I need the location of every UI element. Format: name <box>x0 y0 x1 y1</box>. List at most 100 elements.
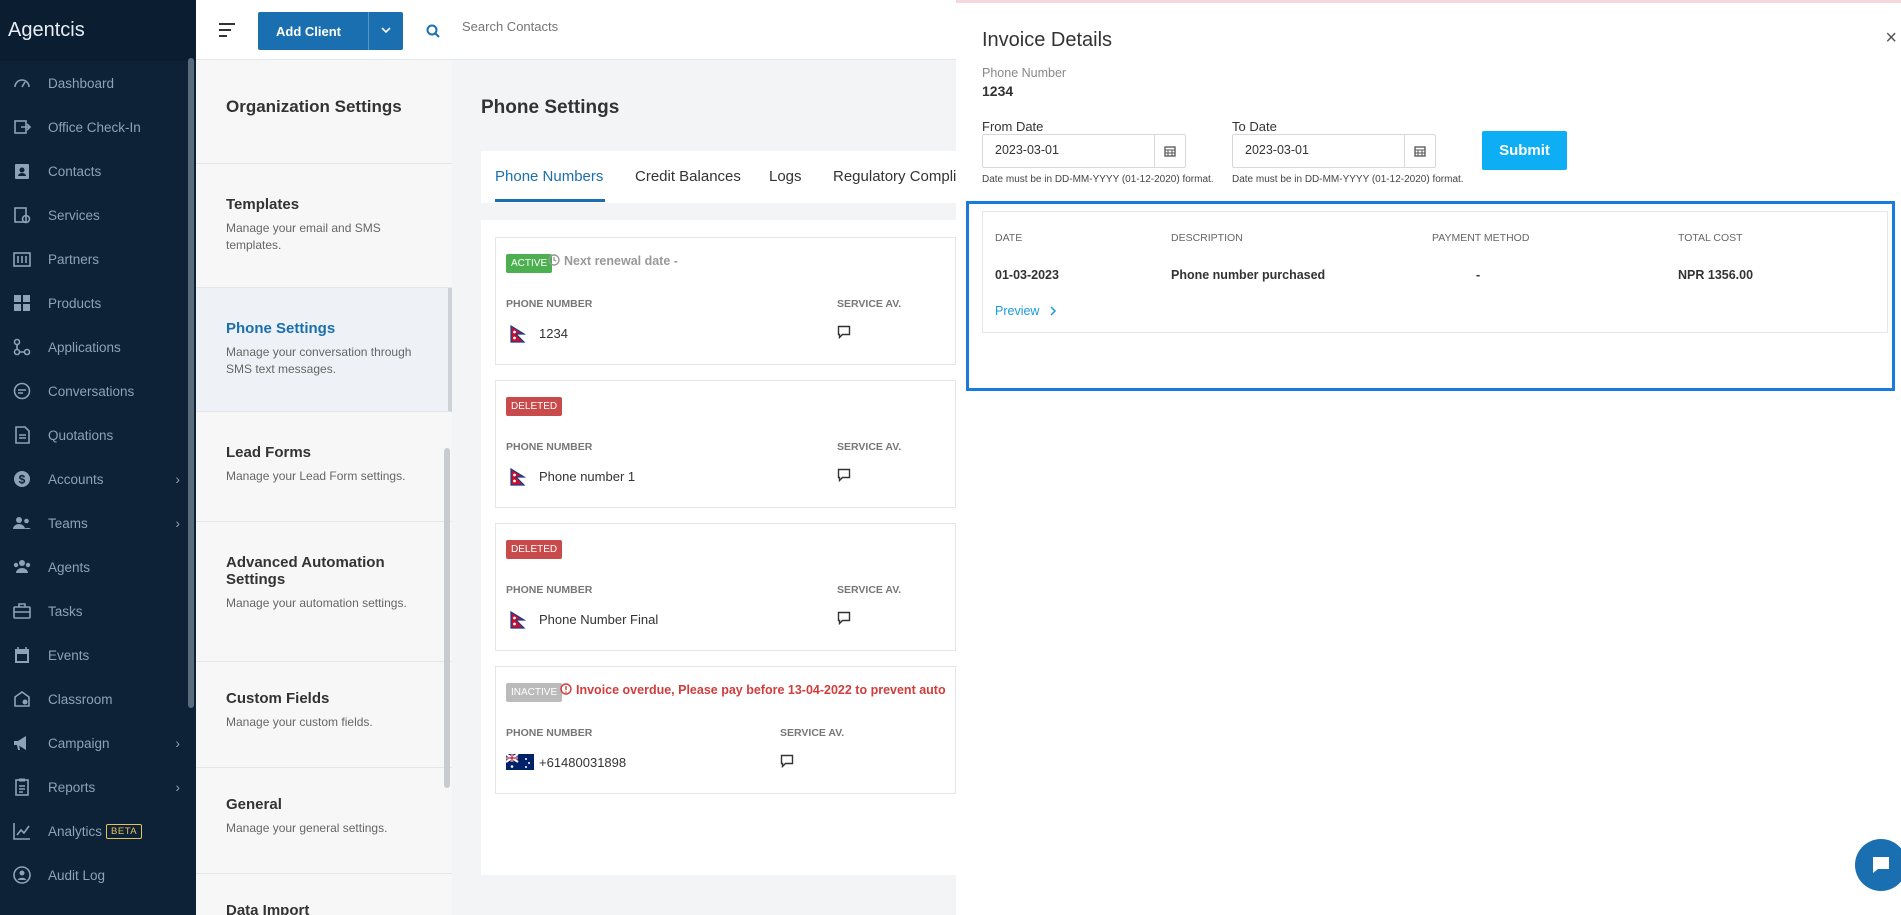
top-bar: Add Client <box>196 0 956 60</box>
preview-link[interactable]: Preview <box>995 304 1057 318</box>
sidebar-item-audit-log[interactable]: Audit Log <box>0 853 196 897</box>
applications-icon <box>13 338 31 356</box>
accounts-icon: $ <box>14 471 30 487</box>
tab-regulatory-compliance[interactable]: Regulatory Compli <box>833 168 956 185</box>
chevron-right-icon: › <box>175 515 180 531</box>
agents-icon <box>13 560 31 573</box>
check-in-icon <box>14 120 32 134</box>
from-date-input[interactable] <box>995 143 1135 157</box>
sidebar-item-services[interactable]: Services <box>0 193 196 237</box>
campaign-icon <box>14 736 26 750</box>
settings-item-general[interactable]: General Manage your general settings. <box>196 768 452 874</box>
settings-item-lead-forms[interactable]: Lead Forms Manage your Lead Form setting… <box>196 412 452 522</box>
invoice-details-drawer: Invoice Details × Phone Number 1234 From… <box>956 0 1901 915</box>
sidebar-item-products[interactable]: Products <box>0 281 196 325</box>
phone-card[interactable]: ACTIVE Next renewal date - PHONE NUMBER … <box>495 237 956 365</box>
sidebar-item-label: Agents <box>48 559 91 575</box>
dashboard-icon <box>14 79 30 88</box>
from-date-hint: Date must be in DD-MM-YYYY (01-12-2020) … <box>982 174 1214 185</box>
calendar-button[interactable] <box>1404 135 1435 167</box>
alert-icon <box>560 683 572 695</box>
settings-item-phone-settings[interactable]: Phone Settings Manage your conversation … <box>196 288 452 412</box>
sidebar-item-label: Audit Log <box>48 867 106 883</box>
sidebar-item-reports[interactable]: Reports › <box>0 765 196 809</box>
phone-card[interactable]: DELETED PHONE NUMBER SERVICE AV. Phone N… <box>495 523 956 651</box>
settings-item-title: Lead Forms <box>226 444 312 461</box>
renewal-text: Next renewal date - <box>564 254 678 268</box>
invoice-total-cost: NPR 1356.00 <box>1678 268 1754 282</box>
phone-card[interactable]: DELETED PHONE NUMBER SERVICE AV. Phone n… <box>495 380 956 508</box>
tab-credit-balances[interactable]: Credit Balances <box>635 168 741 185</box>
column-label: PHONE NUMBER <box>506 584 593 596</box>
chevron-down-icon[interactable] <box>381 25 391 35</box>
settings-item-desc: Manage your custom fields. <box>226 715 373 729</box>
services-icon <box>14 207 31 224</box>
settings-item-templates[interactable]: Templates Manage your email and SMS temp… <box>196 164 452 288</box>
sidebar-item-campaign[interactable]: Campaign › <box>0 721 196 765</box>
settings-item-desc: Manage your automation settings. <box>226 596 407 610</box>
column-header-total-cost: TOTAL COST <box>1678 232 1743 244</box>
to-date-input[interactable] <box>1245 143 1385 157</box>
column-header-payment-method: PAYMENT METHOD <box>1432 232 1530 244</box>
sidebar: Agentcis Dashboard Office Check-In Conta… <box>0 0 196 915</box>
to-date-field[interactable] <box>1232 134 1436 168</box>
chevron-right-icon: › <box>175 735 180 751</box>
sidebar-item-agents[interactable]: Agents <box>0 545 196 589</box>
calendar-button[interactable] <box>1154 135 1185 167</box>
settings-item-title: Advanced Automation Settings <box>226 554 385 588</box>
invoice-description: Phone number purchased <box>1171 268 1326 282</box>
sidebar-item-accounts[interactable]: $ Accounts › <box>0 457 196 501</box>
sidebar-item-classroom[interactable]: Classroom <box>0 677 196 721</box>
sms-service-icon <box>780 754 794 768</box>
submit-button[interactable]: Submit <box>1482 131 1567 170</box>
sidebar-item-tasks[interactable]: Tasks <box>0 589 196 633</box>
sidebar-item-teams[interactable]: Teams › <box>0 501 196 545</box>
sidebar-item-dashboard[interactable]: Dashboard <box>0 61 196 105</box>
sidebar-item-label: Applications <box>48 339 121 355</box>
chat-widget-button[interactable] <box>1855 839 1901 891</box>
settings-item-data-import[interactable]: Data Import <box>196 874 452 915</box>
contacts-icon <box>15 164 29 179</box>
search-input[interactable] <box>462 19 862 34</box>
svg-text:$: $ <box>19 473 26 487</box>
sidebar-item-applications[interactable]: Applications <box>0 325 196 369</box>
phone-card[interactable]: INACTIVE Invoice overdue, Please pay bef… <box>495 666 956 794</box>
tab-phone-numbers[interactable]: Phone Numbers <box>495 168 603 185</box>
add-client-button[interactable]: Add Client <box>258 12 403 50</box>
sidebar-item-label: Contacts <box>48 163 102 179</box>
sidebar-item-contacts[interactable]: Contacts <box>0 149 196 193</box>
sidebar-item-label: Tasks <box>48 603 83 619</box>
sidebar-item-conversations[interactable]: Conversations <box>0 369 196 413</box>
button-divider <box>368 12 369 50</box>
tab-logs[interactable]: Logs <box>769 168 802 185</box>
invoice-payment-method: - <box>1476 268 1481 282</box>
sidebar-scrollbar[interactable] <box>188 58 194 708</box>
column-label: PHONE NUMBER <box>506 727 593 739</box>
close-icon[interactable]: × <box>1885 27 1897 50</box>
phone-number-value: 1234 <box>982 83 1014 99</box>
sidebar-item-office-check-in[interactable]: Office Check-In <box>0 105 196 149</box>
column-label: PHONE NUMBER <box>506 441 593 453</box>
sidebar-item-events[interactable]: Events <box>0 633 196 677</box>
settings-scrollbar[interactable] <box>444 448 450 788</box>
sidebar-item-label: Reports <box>48 779 96 795</box>
sidebar-item-quotations[interactable]: Quotations <box>0 413 196 457</box>
brand-logo[interactable]: Agentcis <box>0 0 196 61</box>
column-label: SERVICE AV. <box>780 727 845 739</box>
settings-item-title: Data Import <box>226 902 310 915</box>
from-date-label: From Date <box>982 119 1044 134</box>
menu-icon[interactable] <box>218 22 236 38</box>
sidebar-item-label: Analytics <box>48 823 103 839</box>
sidebar-item-partners[interactable]: Partners <box>0 237 196 281</box>
sms-service-icon <box>837 325 851 339</box>
sidebar-item-analytics[interactable]: Analytics BETA <box>0 809 196 853</box>
sidebar-item-label: Teams <box>48 515 88 531</box>
settings-item-advanced-automation[interactable]: Advanced Automation Settings Manage your… <box>196 522 452 662</box>
phone-number: 1234 <box>539 326 568 341</box>
settings-item-title: Custom Fields <box>226 690 330 707</box>
from-date-field[interactable] <box>982 134 1186 168</box>
chat-icon <box>1873 857 1889 873</box>
calendar-icon <box>1414 146 1426 157</box>
settings-item-custom-fields[interactable]: Custom Fields Manage your custom fields. <box>196 662 452 768</box>
quotations-icon <box>15 426 30 444</box>
